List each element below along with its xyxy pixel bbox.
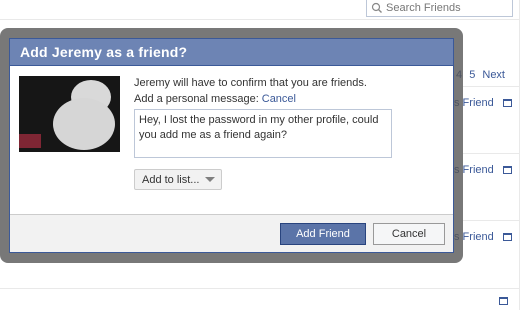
personal-message-label: Add a personal message: bbox=[134, 93, 259, 105]
cancel-button[interactable]: Cancel bbox=[373, 223, 445, 245]
dialog-body: Jeremy will have to confirm that you are… bbox=[10, 66, 453, 214]
divider bbox=[0, 288, 519, 289]
search-friends-input[interactable]: Search Friends bbox=[366, 0, 513, 17]
search-placeholder: Search Friends bbox=[386, 2, 461, 14]
profile-picture bbox=[19, 76, 120, 152]
search-icon bbox=[370, 1, 384, 15]
card-icon[interactable] bbox=[499, 297, 508, 305]
divider bbox=[0, 19, 519, 20]
dialog-title: Add Jeremy as a friend? bbox=[10, 39, 453, 66]
content-border bbox=[519, 0, 520, 310]
card-icon bbox=[502, 166, 512, 174]
personal-message-label-row: Add a personal message: Cancel bbox=[134, 93, 296, 105]
divider bbox=[463, 153, 519, 154]
card-icon bbox=[502, 99, 512, 107]
add-to-list-dropdown[interactable]: Add to list... bbox=[134, 169, 222, 190]
add-friend-dialog: Add Jeremy as a friend? Jeremy will have… bbox=[9, 38, 454, 253]
chevron-down-icon bbox=[205, 177, 216, 182]
blurred-area bbox=[53, 98, 115, 150]
next-page-link[interactable]: Next bbox=[482, 69, 505, 81]
add-to-list-label: Add to list... bbox=[142, 173, 200, 186]
card-icon bbox=[502, 233, 512, 241]
divider bbox=[463, 86, 519, 87]
page-link-5[interactable]: 5 bbox=[469, 69, 475, 81]
divider bbox=[463, 220, 519, 221]
personal-message-input[interactable]: Hey, I lost the password in my other pro… bbox=[134, 109, 392, 158]
confirm-text: Jeremy will have to confirm that you are… bbox=[134, 77, 367, 89]
picture-detail bbox=[19, 134, 41, 148]
add-friend-button[interactable]: Add Friend bbox=[280, 223, 366, 245]
cancel-message-link[interactable]: Cancel bbox=[262, 93, 296, 105]
pagination: 4 5 Next bbox=[456, 69, 509, 81]
dialog-footer: Add Friend Cancel bbox=[10, 214, 453, 252]
